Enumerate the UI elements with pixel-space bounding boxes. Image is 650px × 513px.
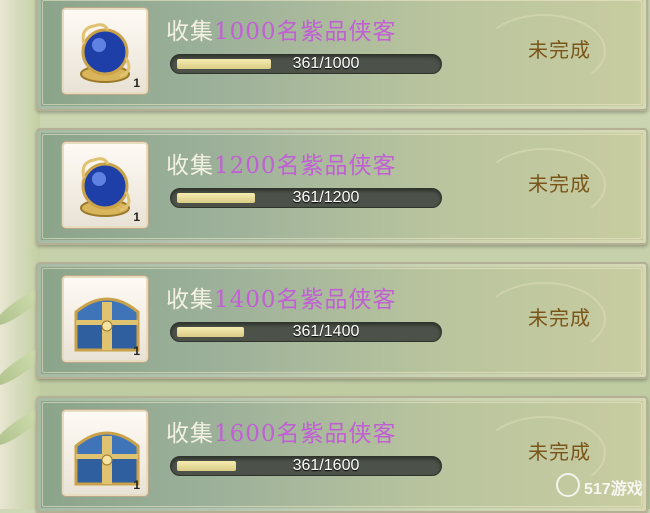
crystal-orb-icon bbox=[80, 23, 131, 83]
watermark-text: 517游戏 bbox=[584, 481, 643, 498]
task-title: 收集1600名紫品侠客 bbox=[166, 421, 397, 447]
task-card: 1 收集1200名紫品侠客 361/1200 未完成 bbox=[36, 128, 648, 245]
progress-text: 361/1200 bbox=[292, 189, 360, 206]
progress-bar: 361/1200 bbox=[170, 188, 442, 208]
progress-text: 361/1000 bbox=[292, 55, 360, 72]
watermark-logo-icon bbox=[556, 473, 580, 497]
item-count: 1 bbox=[133, 478, 140, 492]
site-watermark: 517游戏 bbox=[556, 465, 646, 505]
progress-text: 361/1400 bbox=[292, 323, 360, 340]
progress-text: 361/1600 bbox=[292, 457, 360, 474]
item-count: 1 bbox=[133, 210, 140, 224]
reward-item-slot[interactable]: 1 bbox=[62, 142, 148, 228]
progress-bar: 361/1600 bbox=[170, 456, 442, 476]
crystal-orb-icon bbox=[80, 157, 131, 217]
reward-item-slot[interactable]: 1 bbox=[62, 410, 148, 496]
task-target-number: 1200 bbox=[214, 153, 277, 179]
task-status: 未完成 bbox=[528, 440, 591, 464]
task-status: 未完成 bbox=[528, 38, 591, 62]
task-card: 1 收集1000名紫品侠客 361/1000 未完成 bbox=[36, 0, 648, 111]
task-title: 收集1200名紫品侠客 bbox=[166, 153, 397, 179]
task-status: 未完成 bbox=[528, 172, 591, 196]
reward-item-slot[interactable]: 1 bbox=[62, 8, 148, 94]
reward-item-slot[interactable]: 1 bbox=[62, 276, 148, 362]
task-target-number: 1000 bbox=[214, 19, 277, 45]
item-count: 1 bbox=[133, 344, 140, 358]
task-title: 收集1000名紫品侠客 bbox=[166, 19, 397, 45]
side-decoration bbox=[0, 0, 49, 509]
task-target-number: 1400 bbox=[214, 287, 277, 313]
item-count: 1 bbox=[133, 76, 140, 90]
task-card: 1 收集1400名紫品侠客 361/1400 未完成 bbox=[36, 262, 648, 379]
progress-bar: 361/1400 bbox=[170, 322, 442, 342]
task-status: 未完成 bbox=[528, 306, 591, 330]
task-title: 收集1400名紫品侠客 bbox=[166, 287, 397, 313]
task-target-number: 1600 bbox=[214, 421, 277, 447]
progress-bar: 361/1000 bbox=[170, 54, 442, 74]
